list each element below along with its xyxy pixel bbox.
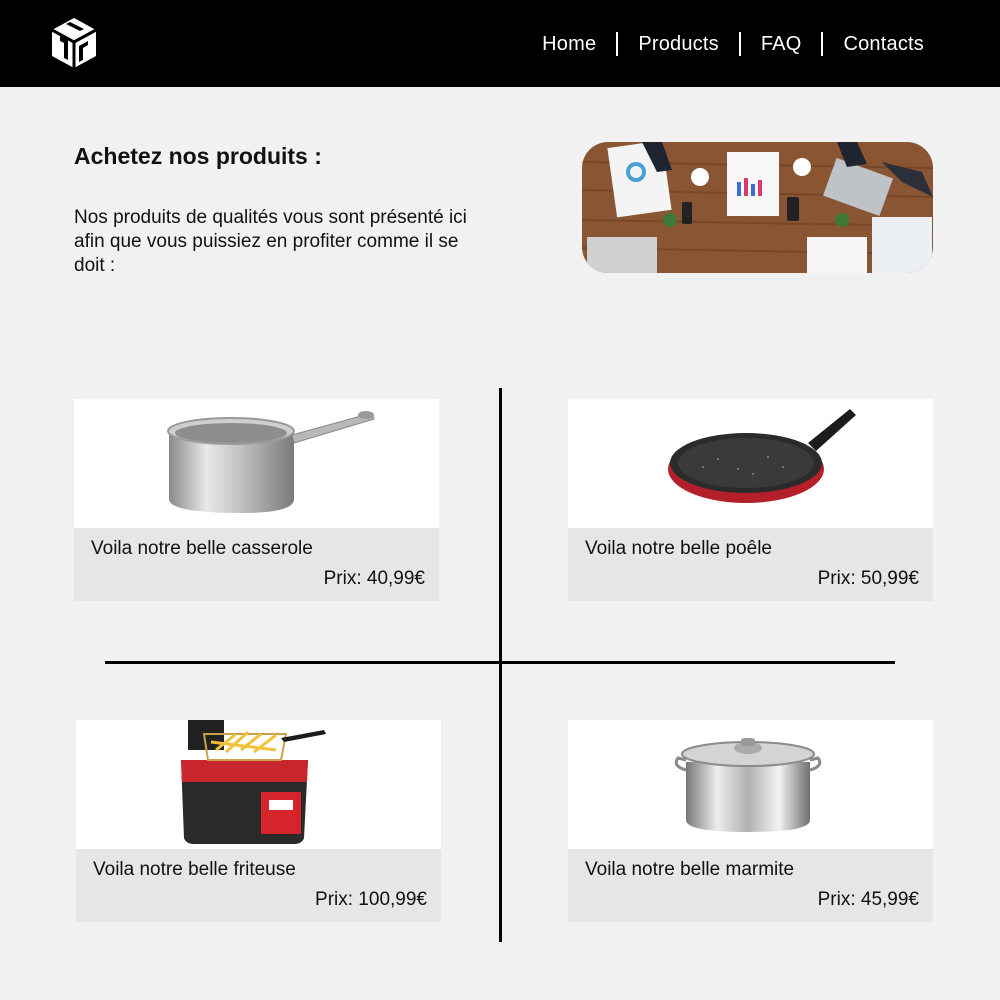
product-card-marmite[interactable]: Voila notre belle marmite Prix: 45,99€ xyxy=(568,720,933,922)
product-card-friteuse[interactable]: Voila notre belle friteuse Prix: 100,99€ xyxy=(76,720,441,922)
product-name: Voila notre belle casserole xyxy=(91,538,313,559)
nav-divider xyxy=(738,32,741,56)
stockpot-image xyxy=(568,720,933,849)
saucepan-image xyxy=(74,399,439,528)
horizontal-divider xyxy=(105,661,895,664)
page-title: Achetez nos produits : xyxy=(74,143,322,169)
product-card-casserole[interactable]: Voila notre belle casserole Prix: 40,99€ xyxy=(74,399,439,601)
intro-text: Nos produits de qualités vous sont prése… xyxy=(74,207,467,276)
product-card-poele[interactable]: Voila notre belle poêle Prix: 50,99€ xyxy=(568,399,933,601)
business-meeting-photo xyxy=(582,142,933,273)
product-price: Prix: 100,99€ xyxy=(315,889,427,910)
nav-contacts[interactable]: Contacts xyxy=(843,31,924,57)
product-name: Voila notre belle friteuse xyxy=(93,859,296,880)
product-name: Voila notre belle marmite xyxy=(585,859,795,880)
nav-divider xyxy=(616,32,619,56)
vertical-divider xyxy=(499,388,502,942)
nav-divider xyxy=(821,32,824,56)
deep-fryer-image xyxy=(76,720,441,849)
nav-products[interactable]: Products xyxy=(638,31,719,57)
frying-pan-image xyxy=(568,399,933,528)
nav-home[interactable]: Home xyxy=(542,31,596,57)
product-name: Voila notre belle poêle xyxy=(585,538,772,559)
product-price: Prix: 40,99€ xyxy=(323,568,425,589)
box-logo-icon[interactable] xyxy=(50,16,98,70)
navbar: Home Products FAQ Contacts xyxy=(0,0,1000,87)
nav-faq[interactable]: FAQ xyxy=(761,31,802,57)
product-price: Prix: 45,99€ xyxy=(817,889,919,910)
main-nav: Home Products FAQ Contacts xyxy=(542,31,924,57)
product-price: Prix: 50,99€ xyxy=(817,568,919,589)
